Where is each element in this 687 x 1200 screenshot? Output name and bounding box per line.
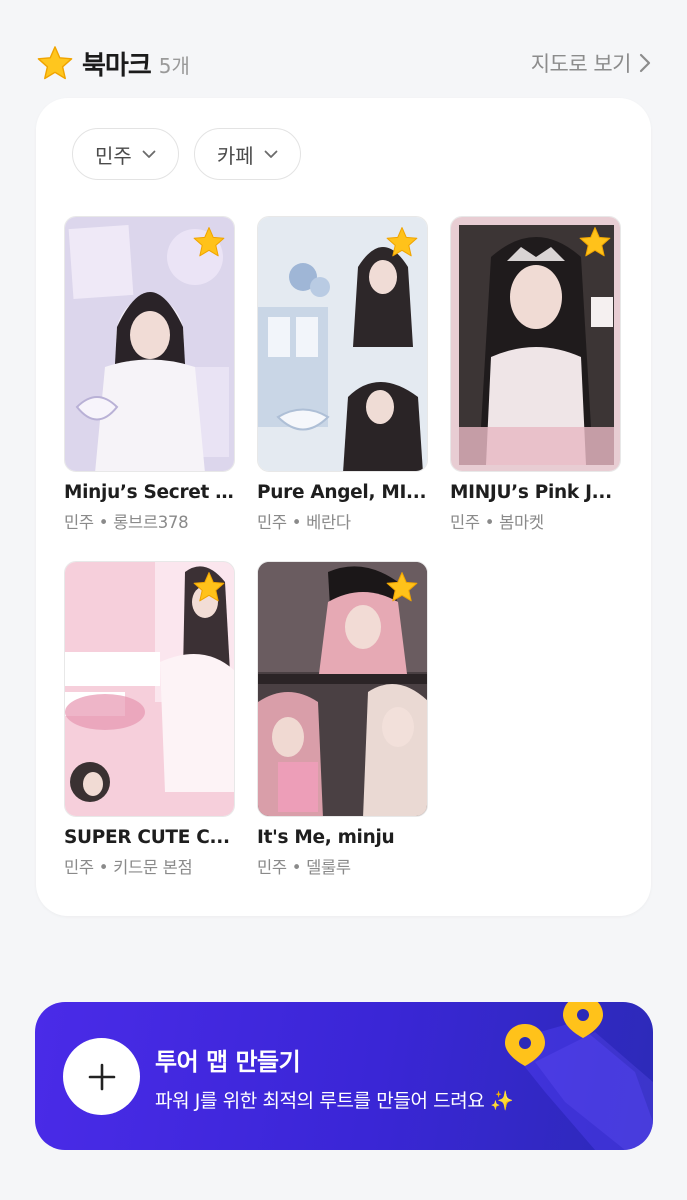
bookmark-thumbnail — [257, 216, 428, 472]
filter-bar: 민주 카페 — [72, 128, 301, 180]
bookmark-thumbnail — [257, 561, 428, 817]
bookmark-grid: Minju’s Secret ... 민주 • 롱브르378 Pure Ange… — [64, 216, 621, 878]
filter-chip-label: 카페 — [216, 143, 254, 168]
bookmark-thumbnail — [450, 216, 621, 472]
bookmark-item[interactable]: SUPER CUTE C... 민주 • 키드문 본점 — [64, 561, 235, 878]
bookmark-subtitle: 민주 • 베란다 — [257, 513, 351, 532]
bookmark-thumbnail — [64, 216, 235, 472]
page-title: 북마크 — [82, 50, 152, 81]
bookmark-title: MINJU’s Pink J... — [450, 482, 612, 503]
bookmark-header: 북마크 5개 지도로 보기 — [36, 40, 651, 86]
chevron-right-icon — [639, 53, 651, 73]
bookmark-item[interactable]: MINJU’s Pink J... 민주 • 봄마켓 — [450, 216, 621, 533]
banner-subtitle: 파워 J를 위한 최적의 루트를 만들어 드려요 ✨ — [155, 1090, 514, 1112]
chevron-down-icon — [142, 150, 156, 158]
plus-icon — [88, 1063, 115, 1090]
bookmark-star-icon[interactable] — [385, 225, 419, 259]
bookmark-item[interactable]: Minju’s Secret ... 민주 • 롱브르378 — [64, 216, 235, 533]
bookmark-star-icon[interactable] — [192, 570, 226, 604]
add-button[interactable] — [63, 1038, 140, 1115]
filter-chip-label: 민주 — [95, 143, 132, 168]
bookmark-subtitle: 민주 • 델룰루 — [257, 858, 351, 877]
bookmark-item[interactable]: Pure Angel, MI... 민주 • 베란다 — [257, 216, 428, 533]
bookmark-count: 5개 — [158, 54, 190, 78]
chevron-down-icon — [264, 150, 278, 158]
create-tour-map-banner[interactable]: 투어 맵 만들기 파워 J를 위한 최적의 루트를 만들어 드려요 ✨ — [35, 1002, 653, 1150]
bookmark-star-icon[interactable] — [385, 570, 419, 604]
filter-chip-category[interactable]: 카페 — [193, 128, 301, 180]
bookmark-title: SUPER CUTE C... — [64, 827, 230, 848]
bookmark-star-icon[interactable] — [192, 225, 226, 259]
filter-chip-member[interactable]: 민주 — [72, 128, 179, 180]
bookmark-title: Minju’s Secret ... — [64, 482, 235, 503]
bookmark-card: 민주 카페 Minju’s Secret ... 민주 • 롱브르378 Pur… — [36, 98, 651, 916]
banner-title: 투어 맵 만들기 — [155, 1048, 301, 1076]
bookmark-star-icon[interactable] — [578, 225, 612, 259]
bookmark-title: It's Me, minju — [257, 827, 395, 848]
bookmark-item[interactable]: It's Me, minju 민주 • 델룰루 — [257, 561, 428, 878]
bookmark-subtitle: 민주 • 봄마켓 — [450, 513, 544, 532]
bookmark-subtitle: 민주 • 롱브르378 — [64, 513, 189, 532]
view-on-map-link[interactable]: 지도로 보기 — [531, 48, 651, 78]
star-icon — [37, 46, 73, 80]
view-on-map-label: 지도로 보기 — [530, 52, 632, 76]
bookmark-title: Pure Angel, MI... — [257, 482, 427, 503]
bookmark-thumbnail — [64, 561, 235, 817]
bookmark-subtitle: 민주 • 키드문 본점 — [64, 858, 193, 877]
